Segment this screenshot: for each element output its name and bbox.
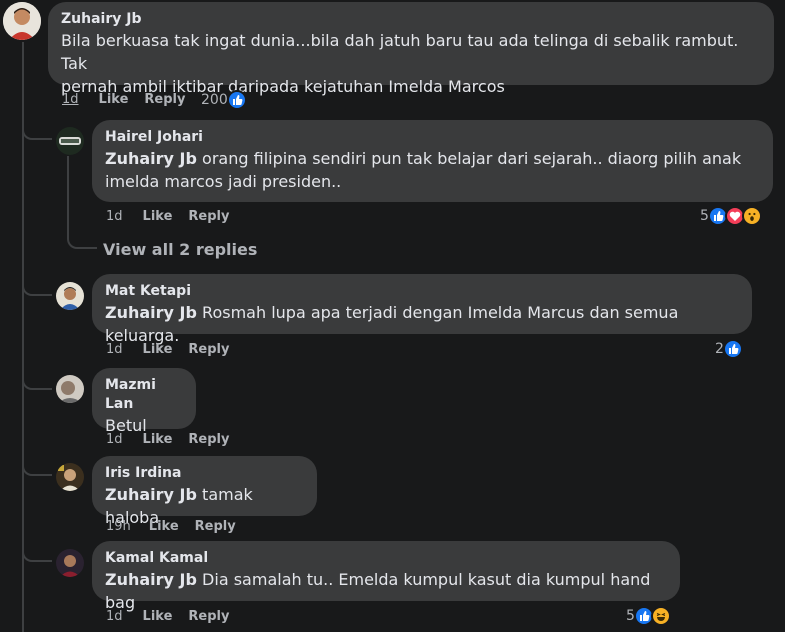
reply-button[interactable]: Reply [188,342,229,357]
thread-connector [22,366,52,390]
thread-line-sub [67,156,69,226]
timestamp[interactable]: 1d [62,92,79,107]
comment-text-line: Bila berkuasa tak ingat dunia...bila dah… [61,31,739,73]
mention-link[interactable]: Zuhairy Jb [105,303,197,322]
comment-bubble: Zuhairy Jb Bila berkuasa tak ingat dunia… [48,2,774,96]
reply-button[interactable]: Reply [188,432,229,447]
like-icon [226,90,247,110]
like-button[interactable]: Like [99,92,129,107]
reaction-count: 200 [201,92,228,108]
comment-actions: 1d Like Reply [106,342,243,357]
haha-icon [650,606,671,626]
like-button[interactable]: Like [149,519,179,534]
view-all-replies-link[interactable]: View all 2 replies [103,240,257,259]
reaction-summary[interactable]: 200 [201,90,247,110]
comment-bubble: Iris Irdina Zuhairy Jb tamak haloba [92,456,317,527]
reply-button[interactable]: Reply [188,209,229,224]
timestamp[interactable]: 1d [106,609,123,624]
comment-author[interactable]: Mazmi Lan [105,376,184,414]
mention-link[interactable]: Zuhairy Jb [105,485,197,504]
comment-bubble: Hairel Johari Zuhairy Jb orang filipina … [92,120,773,202]
thread-connector [67,225,97,249]
comment-actions: 1d Like Reply [106,609,243,624]
reply-button[interactable]: Reply [195,519,236,534]
comment-actions: 1d Like Reply [62,92,199,107]
comment-bubble: Mat Ketapi Zuhairy Jb Rosmah lupa apa te… [92,274,752,345]
comment-bubble: Mazmi Lan Betul [92,368,196,435]
avatar[interactable] [56,375,84,403]
avatar[interactable] [56,127,84,155]
timestamp[interactable]: 1d [106,342,123,357]
like-button[interactable]: Like [143,209,173,224]
comment-text-line: orang filipina sendiri pun tak belajar d… [196,149,742,168]
avatar[interactable] [3,2,41,40]
comment-text-line: imelda marcos jadi presiden.. [105,172,342,191]
comment-author[interactable]: Hairel Johari [105,128,761,147]
reaction-summary[interactable]: 5 [700,206,762,226]
reaction-summary[interactable]: 5 [626,606,671,626]
like-button[interactable]: Like [143,342,173,357]
timestamp[interactable]: 1d [106,209,123,224]
comment-author[interactable]: Iris Irdina [105,464,305,483]
timestamp[interactable]: 1d [106,432,123,447]
comment-author[interactable]: Mat Ketapi [105,282,740,301]
comment-author[interactable]: Zuhairy Jb [61,10,762,29]
mention-link[interactable]: Zuhairy Jb [105,149,197,168]
like-icon [722,339,743,359]
reply-button[interactable]: Reply [144,92,185,107]
avatar[interactable] [56,282,84,310]
comment-actions: 19h Like Reply [106,519,250,534]
avatar[interactable] [56,549,84,577]
thread-connector [22,456,52,476]
mention-link[interactable]: Zuhairy Jb [105,570,197,589]
comment-actions: 1d Like Reply [106,432,243,447]
comment-actions: 1d Like Reply [106,209,243,224]
reply-button[interactable]: Reply [188,609,229,624]
thread-connector [22,260,52,296]
comment-bubble: Kamal Kamal Zuhairy Jb Dia samalah tu.. … [92,541,680,612]
wow-icon [741,206,762,226]
reaction-summary[interactable]: 2 [715,339,743,359]
timestamp[interactable]: 19h [106,519,131,534]
avatar[interactable] [56,463,84,491]
like-button[interactable]: Like [143,432,173,447]
like-button[interactable]: Like [143,609,173,624]
thread-connector [22,540,52,562]
thread-connector [22,86,52,140]
comment-author[interactable]: Kamal Kamal [105,549,668,568]
